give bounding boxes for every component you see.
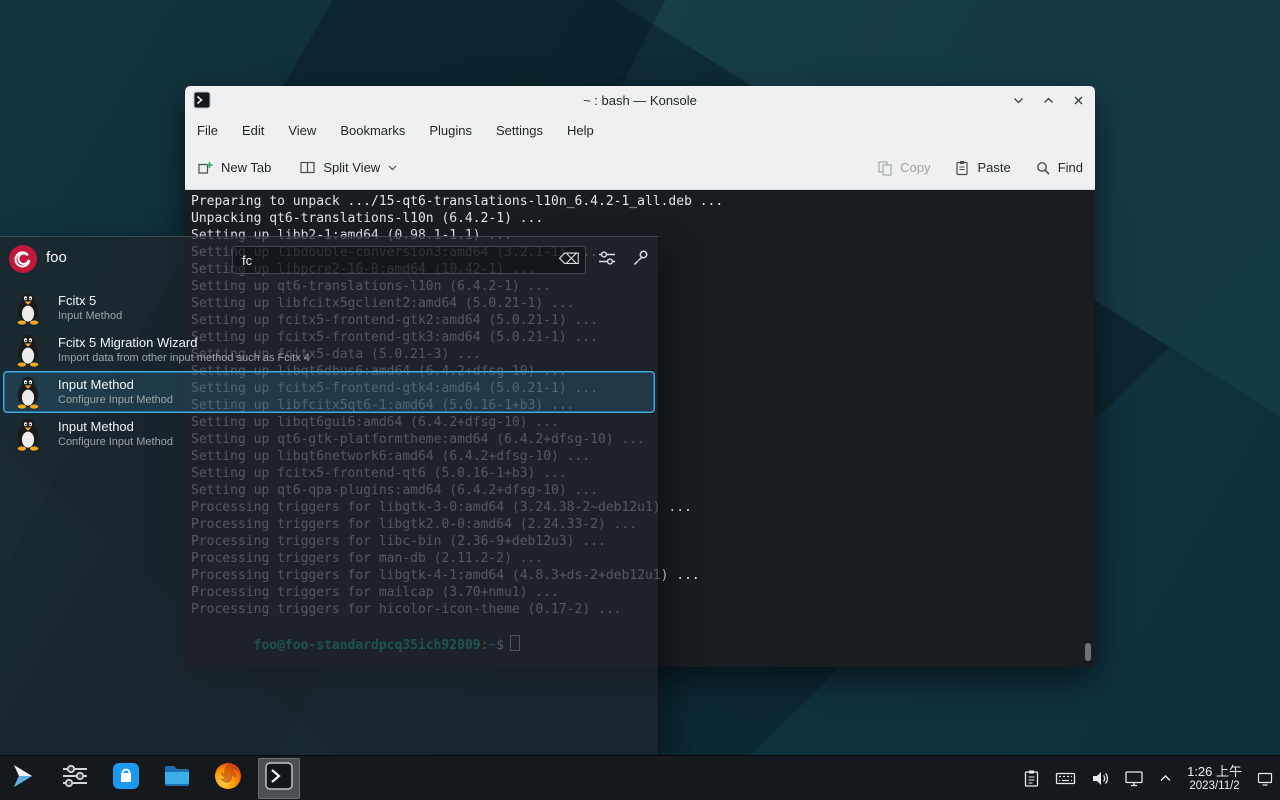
result-title: Fcitx 5 xyxy=(58,293,122,309)
close-button[interactable] xyxy=(1072,94,1085,107)
terminal-line: Preparing to unpack .../15-qt6-translati… xyxy=(191,193,1083,210)
result-input-method-selected[interactable]: Input Method Configure Input Method xyxy=(3,371,655,413)
paste-icon xyxy=(954,160,970,176)
terminal-scrollbar[interactable] xyxy=(1085,190,1092,667)
konsole-icon xyxy=(264,761,294,796)
firefox-icon xyxy=(213,761,243,796)
tux-icon xyxy=(13,333,43,367)
menu-bookmarks[interactable]: Bookmarks xyxy=(340,123,405,138)
desktop: ~ : bash — Konsole File Edit View Bookma… xyxy=(0,0,1280,800)
menu-view[interactable]: View xyxy=(288,123,316,138)
copy-button[interactable]: Copy xyxy=(877,160,930,176)
filter-icon[interactable] xyxy=(597,248,617,273)
maximize-button[interactable] xyxy=(1042,94,1055,107)
result-subtitle: Input Method xyxy=(58,309,122,323)
tux-icon xyxy=(13,291,43,325)
launcher-username: foo xyxy=(46,249,67,266)
paste-button[interactable]: Paste xyxy=(954,160,1010,176)
app-launcher-panel: foo ⌫ Fcitx 5 Input Method xyxy=(0,236,659,756)
firefox-button[interactable] xyxy=(207,758,249,799)
result-title: Input Method xyxy=(58,377,173,393)
split-view-icon xyxy=(299,159,316,176)
expand-tray-icon[interactable] xyxy=(1158,771,1173,786)
result-fcitx5-migration-wizard[interactable]: Fcitx 5 Migration Wizard Import data fro… xyxy=(3,329,655,371)
chevron-down-icon xyxy=(387,162,398,173)
new-tab-label: New Tab xyxy=(221,160,271,175)
launcher-header: foo ⌫ xyxy=(0,237,658,281)
volume-icon[interactable] xyxy=(1090,769,1110,788)
menu-settings[interactable]: Settings xyxy=(496,123,543,138)
search-input[interactable] xyxy=(233,247,585,273)
konsole-app-icon xyxy=(193,91,211,109)
file-manager-button[interactable] xyxy=(156,758,198,799)
taskbar: 1:26 上午 2023/11/2 xyxy=(0,755,1280,800)
result-fcitx5[interactable]: Fcitx 5 Input Method xyxy=(3,287,655,329)
clear-search-icon[interactable]: ⌫ xyxy=(559,250,580,270)
result-input-method[interactable]: Input Method Configure Input Method xyxy=(3,413,655,455)
window-title: ~ : bash — Konsole xyxy=(583,93,697,108)
copy-label: Copy xyxy=(900,160,930,175)
minimize-button[interactable] xyxy=(1012,94,1025,107)
find-icon xyxy=(1035,160,1051,176)
menu-plugins[interactable]: Plugins xyxy=(429,123,472,138)
result-subtitle: Import data from other input method such… xyxy=(58,351,310,365)
system-settings-icon xyxy=(60,761,90,796)
menu-help[interactable]: Help xyxy=(567,123,594,138)
keyboard-icon[interactable] xyxy=(1055,769,1076,788)
split-view-button[interactable]: Split View xyxy=(299,159,398,176)
clipboard-icon[interactable] xyxy=(1022,769,1041,788)
system-tray: 1:26 上午 2023/11/2 xyxy=(1022,756,1274,800)
tux-icon xyxy=(13,417,43,451)
clock[interactable]: 1:26 上午 2023/11/2 xyxy=(1187,764,1242,793)
titlebar[interactable]: ~ : bash — Konsole xyxy=(185,86,1095,114)
paste-label: Paste xyxy=(977,160,1010,175)
result-title: Input Method xyxy=(58,419,173,435)
tux-icon xyxy=(13,375,43,409)
clock-time: 1:26 上午 xyxy=(1187,764,1242,779)
menu-edit[interactable]: Edit xyxy=(242,123,264,138)
discover-button[interactable] xyxy=(105,758,147,799)
copy-icon xyxy=(877,160,893,176)
search-field: ⌫ xyxy=(232,246,586,274)
result-title: Fcitx 5 Migration Wizard xyxy=(58,335,310,351)
file-manager-icon xyxy=(162,761,192,796)
display-icon[interactable] xyxy=(1124,769,1144,788)
terminal-line: Unpacking qt6-translations-l10n (6.4.2-1… xyxy=(191,210,1083,227)
result-subtitle: Configure Input Method xyxy=(58,435,173,449)
user-avatar[interactable] xyxy=(8,244,38,274)
clock-date: 2023/11/2 xyxy=(1187,779,1242,793)
result-subtitle: Configure Input Method xyxy=(58,393,173,407)
toolbar: New Tab Split View Copy Paste xyxy=(185,146,1095,190)
scrollbar-thumb[interactable] xyxy=(1085,643,1091,661)
system-settings-button[interactable] xyxy=(54,758,96,799)
find-button[interactable]: Find xyxy=(1035,160,1083,176)
konsole-task-button[interactable] xyxy=(258,758,300,799)
show-desktop-button[interactable] xyxy=(1256,770,1274,788)
menubar: File Edit View Bookmarks Plugins Setting… xyxy=(185,114,1095,146)
app-launcher-button[interactable] xyxy=(3,758,45,799)
discover-icon xyxy=(111,761,141,796)
find-label: Find xyxy=(1058,160,1083,175)
search-results: Fcitx 5 Input Method Fcitx 5 Migration W… xyxy=(3,287,655,455)
split-view-label: Split View xyxy=(323,160,380,175)
new-tab-button[interactable]: New Tab xyxy=(197,159,271,176)
menu-file[interactable]: File xyxy=(197,123,218,138)
new-tab-icon xyxy=(197,159,214,176)
app-launcher-icon xyxy=(9,761,39,796)
pin-icon[interactable] xyxy=(631,248,651,273)
